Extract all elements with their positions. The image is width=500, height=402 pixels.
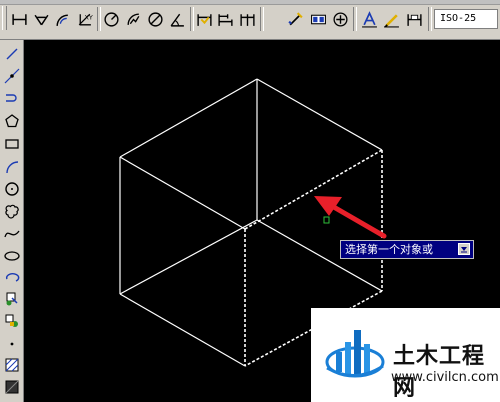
circle-icon[interactable] <box>3 180 21 198</box>
dim-update-icon[interactable] <box>382 8 401 30</box>
command-prompt-tooltip: 选择第一个对象或 <box>340 240 474 259</box>
prompt-options-icon[interactable] <box>458 243 470 255</box>
make-block-icon[interactable] <box>3 312 21 330</box>
dim-baseline-icon[interactable] <box>216 8 235 30</box>
dim-diameter-icon[interactable] <box>146 8 165 30</box>
dim-continue-icon[interactable] <box>238 8 257 30</box>
cube-edge <box>119 156 246 230</box>
cube-edge <box>119 78 258 158</box>
dim-linear-icon[interactable] <box>10 8 29 30</box>
insert-block-icon[interactable] <box>3 290 21 308</box>
revision-cloud-icon[interactable] <box>3 202 21 220</box>
cube-edge <box>119 219 258 295</box>
polyline-icon[interactable] <box>3 89 21 107</box>
dimension-toolbar: XY ISO-25 <box>0 0 500 40</box>
dim-style-icon[interactable] <box>405 8 424 30</box>
menu-strip <box>0 0 500 5</box>
separator <box>190 7 194 31</box>
watermark-url: www.civilcn.com <box>391 370 499 385</box>
hatch-icon[interactable] <box>3 356 21 374</box>
cube-edge <box>256 78 383 151</box>
draw-toolbar <box>0 40 24 402</box>
dim-edit-icon[interactable] <box>286 8 305 30</box>
toolbar-grip[interactable] <box>2 6 7 30</box>
dim-ordinate-icon[interactable]: XY <box>75 8 94 30</box>
civilcn-logo <box>325 330 385 378</box>
svg-text:XY: XY <box>85 13 93 21</box>
quick-dim-icon[interactable] <box>195 8 214 30</box>
dim-aligned-icon[interactable] <box>32 8 51 30</box>
separator <box>260 7 264 31</box>
tolerance-icon[interactable] <box>309 8 328 30</box>
pickbox-cursor <box>323 216 330 224</box>
gradient-icon[interactable] <box>3 378 21 396</box>
separator <box>97 7 101 31</box>
dim-style-select[interactable]: ISO-25 <box>434 9 498 29</box>
dim-text-edit-icon[interactable] <box>360 8 379 30</box>
separator <box>353 7 357 31</box>
line-icon[interactable] <box>3 45 21 63</box>
arc-icon[interactable] <box>3 158 21 176</box>
dim-arc-icon[interactable] <box>53 8 72 30</box>
cube-edge <box>119 293 246 367</box>
dim-jogged-icon[interactable] <box>124 8 143 30</box>
polygon-icon[interactable] <box>3 112 21 130</box>
construction-line-icon[interactable] <box>3 67 21 85</box>
point-icon[interactable] <box>3 335 21 353</box>
prompt-text: 选择第一个对象或 <box>345 243 433 256</box>
separator <box>428 7 432 31</box>
dim-angular-icon[interactable] <box>168 8 187 30</box>
selected-edge <box>244 149 383 230</box>
red-arrow <box>314 196 387 239</box>
spline-icon[interactable] <box>3 225 21 243</box>
watermark: 土木工程网 www.civilcn.com <box>311 308 500 402</box>
center-mark-icon[interactable] <box>331 8 350 30</box>
ellipse-icon[interactable] <box>3 247 21 265</box>
ellipse-arc-icon[interactable] <box>3 268 21 286</box>
rectangle-icon[interactable] <box>3 135 21 153</box>
dim-radius-icon[interactable] <box>102 8 121 30</box>
